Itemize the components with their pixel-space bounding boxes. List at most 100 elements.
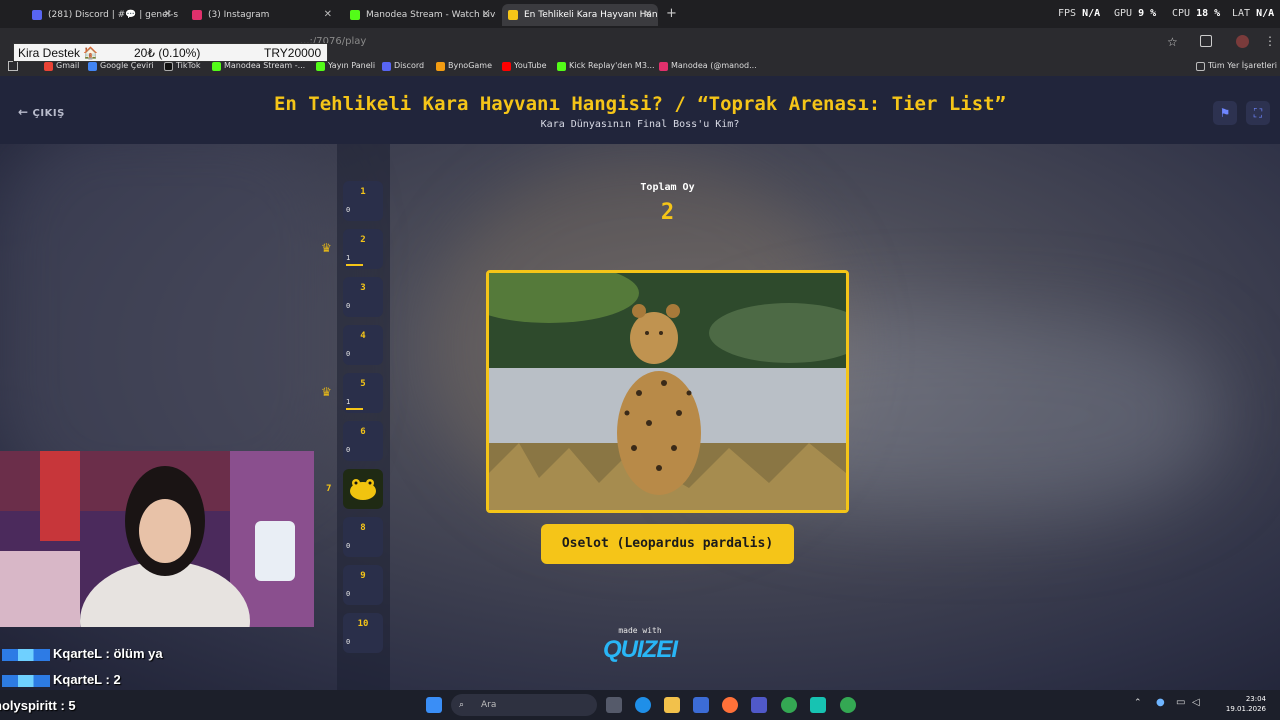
discord-icon bbox=[32, 10, 42, 20]
network-icon[interactable]: ▭ bbox=[1176, 697, 1185, 708]
flag-icon: ⚑ bbox=[1219, 106, 1231, 120]
firefox-icon[interactable] bbox=[722, 697, 738, 713]
bookmark-translate[interactable]: Google Çeviri bbox=[88, 61, 154, 71]
edge-icon[interactable] bbox=[635, 697, 651, 713]
rank-slot-7[interactable] bbox=[343, 469, 383, 509]
kick-icon bbox=[557, 62, 566, 71]
rank-number: 5 bbox=[360, 379, 366, 389]
donation-name: Kira Destek 🏠 bbox=[18, 46, 99, 60]
tray-chevron-icon[interactable]: ⌃ bbox=[1134, 698, 1142, 708]
rank-column bbox=[337, 144, 390, 690]
rank-slot-9[interactable]: 90 bbox=[343, 565, 383, 605]
donation-progress: 20₺ (0.10%) bbox=[134, 46, 201, 60]
translate-icon bbox=[88, 62, 97, 71]
profile-avatar[interactable] bbox=[1236, 35, 1249, 48]
taskbar-clock[interactable]: 23:04 19.01.2026 bbox=[1210, 694, 1266, 714]
donation-target: TRY20000 bbox=[264, 46, 322, 60]
instagram-icon bbox=[659, 62, 668, 71]
rank-slot-8[interactable]: 80 bbox=[343, 517, 383, 557]
bookmark-all[interactable]: Tüm Yer İşaretleri bbox=[1196, 61, 1277, 71]
rank-slot-6[interactable]: 60 bbox=[343, 421, 383, 461]
rank-vote-count: 1 bbox=[346, 398, 351, 406]
rank-slot-4[interactable]: 40 bbox=[343, 325, 383, 365]
youtube-icon bbox=[502, 62, 511, 71]
task-view-icon[interactable] bbox=[606, 697, 622, 713]
lat-stat: LAT N/A bbox=[1232, 8, 1275, 19]
folder-icon bbox=[1196, 62, 1205, 71]
teams-icon[interactable] bbox=[751, 697, 767, 713]
tab-discord[interactable]: (281) Discord | #💬 | genel-sohbet ✕ bbox=[26, 4, 178, 26]
volume-icon[interactable]: ◁ bbox=[1192, 697, 1200, 708]
page-title: En Tehlikeli Kara Hayvanı Hangisi? / “To… bbox=[273, 93, 1007, 115]
extensions-icon[interactable] bbox=[1200, 35, 1212, 47]
bookmark-gmail[interactable]: Gmail bbox=[44, 61, 79, 71]
search-icon: ⌕ bbox=[459, 700, 465, 710]
webcam-feed bbox=[0, 451, 314, 627]
search-placeholder: Ara bbox=[481, 700, 497, 710]
rank-vote-count: 0 bbox=[346, 542, 351, 550]
rank-vote-count: 1 bbox=[346, 254, 351, 262]
bookmark-panel[interactable]: Yayın Paneli bbox=[316, 61, 375, 71]
tab-quiz[interactable]: En Tehlikeli Kara Hayvanı Hangisi ✕ bbox=[502, 4, 658, 26]
chrome-active-icon[interactable] bbox=[840, 697, 856, 713]
app-icon[interactable] bbox=[810, 697, 826, 713]
tab-label: En Tehlikeli Kara Hayvanı Hangisi bbox=[524, 10, 658, 20]
mic-icon[interactable]: ● bbox=[1156, 697, 1165, 708]
store-icon[interactable] bbox=[693, 697, 709, 713]
rank-vote-count: 0 bbox=[346, 206, 351, 214]
bynogame-icon bbox=[436, 62, 445, 71]
bookmark-kick-replay[interactable]: Kick Replay'den M3... bbox=[557, 61, 655, 71]
rank-number: 10 bbox=[357, 619, 369, 629]
new-tab-button[interactable]: + bbox=[666, 6, 677, 21]
fullscreen-button[interactable]: ⛶ bbox=[1246, 101, 1270, 125]
rank-slot-2[interactable]: 21 bbox=[343, 229, 383, 269]
close-icon[interactable]: ✕ bbox=[324, 4, 332, 26]
star-icon[interactable]: ☆ bbox=[1167, 35, 1178, 49]
chat-message: KqarteL : ölüm ya bbox=[2, 646, 163, 661]
chat-text: ölüm ya bbox=[113, 646, 163, 661]
chat-badges-icon bbox=[2, 674, 50, 687]
rank-vote-count: 0 bbox=[346, 590, 351, 598]
clock-date: 19.01.2026 bbox=[1225, 705, 1266, 713]
close-icon[interactable]: ✕ bbox=[644, 4, 652, 26]
rank-number: 3 bbox=[360, 283, 366, 293]
rank-slot-5[interactable]: 51 bbox=[343, 373, 383, 413]
close-icon[interactable]: ✕ bbox=[482, 4, 490, 26]
rank-slot-10[interactable]: 10 0 bbox=[343, 613, 383, 653]
rank-slot-3[interactable]: 30 bbox=[343, 277, 383, 317]
tab-instagram[interactable]: (3) Instagram ✕ bbox=[186, 4, 338, 26]
bookmark-youtube[interactable]: YouTube bbox=[502, 61, 547, 71]
chrome-icon[interactable] bbox=[781, 697, 797, 713]
bookmark-manodea[interactable]: Manodea (@manod... bbox=[659, 61, 757, 71]
kick-icon bbox=[212, 62, 221, 71]
close-icon[interactable]: ✕ bbox=[164, 4, 172, 26]
kick-icon bbox=[316, 62, 325, 71]
apps-grid-icon[interactable] bbox=[8, 61, 18, 71]
bookmark-stream[interactable]: Manodea Stream -... bbox=[212, 61, 305, 71]
animal-photo bbox=[486, 270, 849, 513]
flag-button[interactable]: ⚑ bbox=[1213, 101, 1237, 125]
bookmark-bynogame[interactable]: BynoGame bbox=[436, 61, 492, 71]
start-icon[interactable] bbox=[426, 697, 442, 713]
chat-message: KqarteL : 2 bbox=[2, 672, 121, 687]
answer-button[interactable]: Oselot (Leopardus pardalis) bbox=[541, 524, 794, 564]
taskbar-search[interactable]: ⌕ Ara bbox=[451, 694, 597, 716]
menu-icon[interactable]: ⋮ bbox=[1264, 34, 1276, 48]
rank-number: 8 bbox=[360, 523, 366, 533]
tab-label: Manodea Stream - Watch Live bbox=[366, 10, 496, 20]
tab-kick[interactable]: Manodea Stream - Watch Live ✕ bbox=[344, 4, 496, 26]
discord-icon bbox=[382, 62, 391, 71]
bookmark-tiktok[interactable]: TikTok bbox=[164, 61, 201, 71]
background-blur bbox=[0, 126, 340, 506]
file-explorer-icon[interactable] bbox=[664, 697, 680, 713]
rank-vote-count: 0 bbox=[346, 446, 351, 454]
tab-label: (3) Instagram bbox=[208, 10, 270, 20]
fullscreen-icon: ⛶ bbox=[1253, 106, 1263, 120]
rank-vote-bar bbox=[346, 408, 363, 410]
rank-slot-1[interactable]: 10 bbox=[343, 181, 383, 221]
brand-logo[interactable]: QUIZEI bbox=[596, 636, 684, 664]
leopard-image bbox=[489, 273, 846, 510]
chat-message: holyspiritt : 5 bbox=[0, 698, 76, 713]
gmail-icon bbox=[44, 62, 53, 71]
bookmark-discord[interactable]: Discord bbox=[382, 61, 424, 71]
